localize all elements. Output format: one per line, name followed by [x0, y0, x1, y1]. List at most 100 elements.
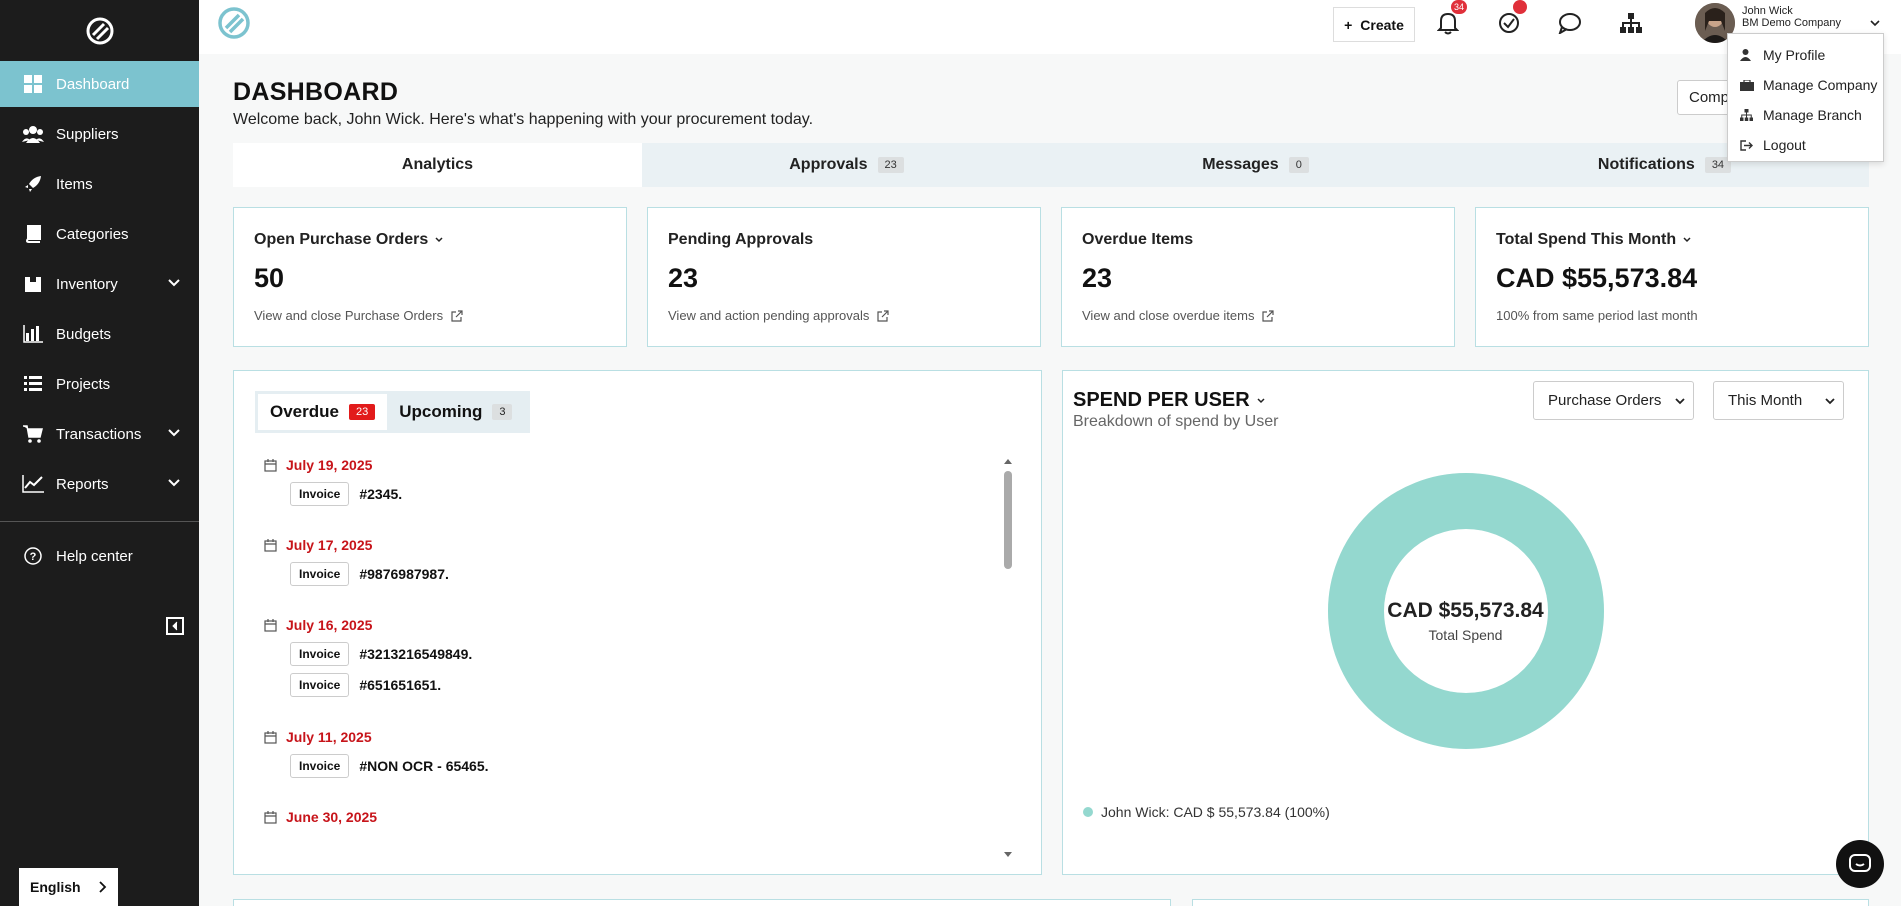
card-label-text: Overdue Items — [1082, 231, 1194, 248]
spend-title[interactable]: SPEND PER USER — [1073, 389, 1266, 412]
sidebar-item-dashboard[interactable]: Dashboard — [0, 61, 199, 107]
brand-logo-icon — [218, 7, 250, 39]
date-label: July 16, 2025 — [286, 617, 373, 633]
notifications-badge: 34 — [1451, 0, 1468, 14]
sidebar-item-budgets[interactable]: Budgets — [0, 311, 199, 357]
sidebar-item-inventory[interactable]: Inventory — [0, 261, 199, 307]
cart-icon — [22, 424, 44, 444]
card-link[interactable]: View and close overdue items — [1082, 308, 1434, 323]
tab-messages[interactable]: Messages 0 — [1051, 143, 1460, 187]
list-item[interactable]: Invoice #9876987987. — [290, 562, 449, 586]
card-overdue-items: Overdue Items 23 View and close overdue … — [1061, 207, 1455, 347]
sidebar-item-help[interactable]: ? Help center — [0, 533, 199, 579]
create-button[interactable]: + Create — [1333, 7, 1415, 42]
collapse-sidebar-icon[interactable] — [166, 617, 184, 635]
sidebar-item-items[interactable]: Items — [0, 161, 199, 207]
plus-icon: + — [1344, 16, 1353, 33]
list-item[interactable]: Invoice #NON OCR - 65465. — [290, 754, 489, 778]
messages-button[interactable] — [1557, 10, 1583, 36]
tasks-button[interactable] — [1496, 0, 1527, 36]
sidebar-item-label: Transactions — [56, 425, 142, 443]
tab-label: Notifications — [1597, 156, 1695, 173]
bar-chart-icon — [22, 324, 44, 344]
menu-item-my-profile[interactable]: My Profile — [1728, 40, 1883, 70]
tab-count-badge: 23 — [877, 157, 904, 173]
sidebar-item-reports[interactable]: Reports — [0, 461, 199, 507]
legend-label: John Wick: CAD $ 55,573.84 (100%) — [1101, 804, 1330, 820]
notifications-button[interactable]: 34 — [1435, 0, 1468, 36]
invoice-number: #3213216549849. — [359, 646, 473, 662]
scroll-thumb[interactable] — [1004, 471, 1012, 569]
sidebar-item-suppliers[interactable]: Suppliers — [0, 111, 199, 157]
menu-item-logout[interactable]: Logout — [1728, 130, 1883, 160]
invoice-tag: Invoice — [290, 482, 350, 506]
card-value: 50 — [254, 263, 285, 293]
card-label-text: Pending Approvals — [668, 231, 814, 248]
sitemap-icon — [1620, 13, 1642, 33]
brand-logo-icon — [86, 17, 113, 44]
help-icon: ? — [22, 546, 44, 566]
card-label[interactable]: Total Spend This Month — [1496, 231, 1848, 249]
user-info[interactable]: John Wick BM Demo Company — [1742, 5, 1841, 29]
tab-approvals[interactable]: Approvals 23 — [642, 143, 1051, 187]
menu-item-manage-branch[interactable]: Manage Branch — [1728, 100, 1883, 130]
list-date: July 17, 2025 — [264, 537, 372, 553]
sidebar-item-projects[interactable]: Projects — [0, 361, 199, 407]
list-item[interactable]: Invoice #3213216549849. — [290, 642, 472, 666]
sidebar-item-label: Dashboard — [56, 75, 130, 93]
external-link-icon — [877, 309, 890, 322]
overdue-scrollbar[interactable] — [1003, 457, 1013, 859]
chevron-down-icon — [1683, 237, 1691, 243]
calendar-icon — [264, 730, 277, 744]
calendar-icon — [264, 810, 277, 824]
period-select[interactable]: This Month — [1713, 381, 1844, 420]
card-label[interactable]: Open Purchase Orders — [254, 231, 606, 249]
chat-icon — [1849, 854, 1871, 872]
document-type-select[interactable]: Purchase Orders — [1533, 381, 1694, 420]
list-item[interactable]: Invoice #651651651. — [290, 673, 441, 697]
compare-label: Comp — [1689, 89, 1730, 106]
chart-legend[interactable]: John Wick: CAD $ 55,573.84 (100%) — [1083, 804, 1330, 820]
scroll-up-icon[interactable] — [1003, 457, 1013, 465]
user-menu: My Profile Manage Company Manage Branch … — [1727, 33, 1884, 162]
spend-per-user-panel: SPEND PER USER Breakdown of spend by Use… — [1062, 370, 1869, 875]
external-link-icon — [1262, 309, 1275, 322]
box-icon — [22, 274, 44, 294]
tab-overdue[interactable]: Overdue 23 — [258, 394, 388, 430]
card-link[interactable]: View and action pending approvals — [668, 308, 1020, 323]
bell-icon — [1437, 12, 1459, 35]
list-date: July 19, 2025 — [264, 457, 372, 473]
logout-icon — [1740, 139, 1754, 151]
external-link-icon — [451, 309, 463, 322]
sidebar-item-label: Projects — [56, 375, 111, 393]
sidebar-item-transactions[interactable]: Transactions — [0, 411, 199, 457]
top-logo[interactable] — [217, 6, 251, 45]
list-item[interactable]: Invoice #2345. — [290, 482, 402, 506]
card-value: 23 — [1082, 263, 1113, 293]
sidebar-item-label: Items — [56, 175, 93, 193]
support-chat-button[interactable] — [1836, 840, 1884, 888]
topbar: + Create 34 John Wick BM Demo Company — [199, 0, 1901, 54]
tab-label: Approvals — [789, 156, 868, 173]
tab-analytics[interactable]: Analytics — [233, 143, 642, 187]
menu-item-manage-company[interactable]: Manage Company — [1728, 70, 1883, 100]
sidebar-logo[interactable] — [0, 0, 199, 61]
card-label-text: Total Spend This Month — [1496, 231, 1677, 248]
card-label-text: Open Purchase Orders — [254, 231, 429, 248]
chat-bubble-icon — [1558, 13, 1581, 34]
card-trend: 100% from same period last month — [1496, 308, 1848, 323]
language-selector[interactable]: English — [19, 868, 118, 906]
tab-upcoming[interactable]: Upcoming 3 — [387, 394, 524, 430]
card-link[interactable]: View and close Purchase Orders — [254, 308, 606, 323]
org-chart-button[interactable] — [1618, 10, 1644, 36]
sidebar-item-categories[interactable]: Categories — [0, 211, 199, 257]
chevron-down-icon — [168, 479, 180, 487]
sidebar-item-label: Suppliers — [56, 125, 119, 143]
bottom-panel-left — [233, 899, 1171, 906]
scroll-down-icon[interactable] — [1003, 851, 1013, 859]
invoice-number: #651651651. — [359, 677, 442, 693]
rocket-icon — [22, 174, 44, 194]
calendar-icon — [264, 538, 277, 552]
chevron-right-icon — [99, 881, 107, 893]
chevron-down-icon[interactable] — [1869, 17, 1881, 29]
